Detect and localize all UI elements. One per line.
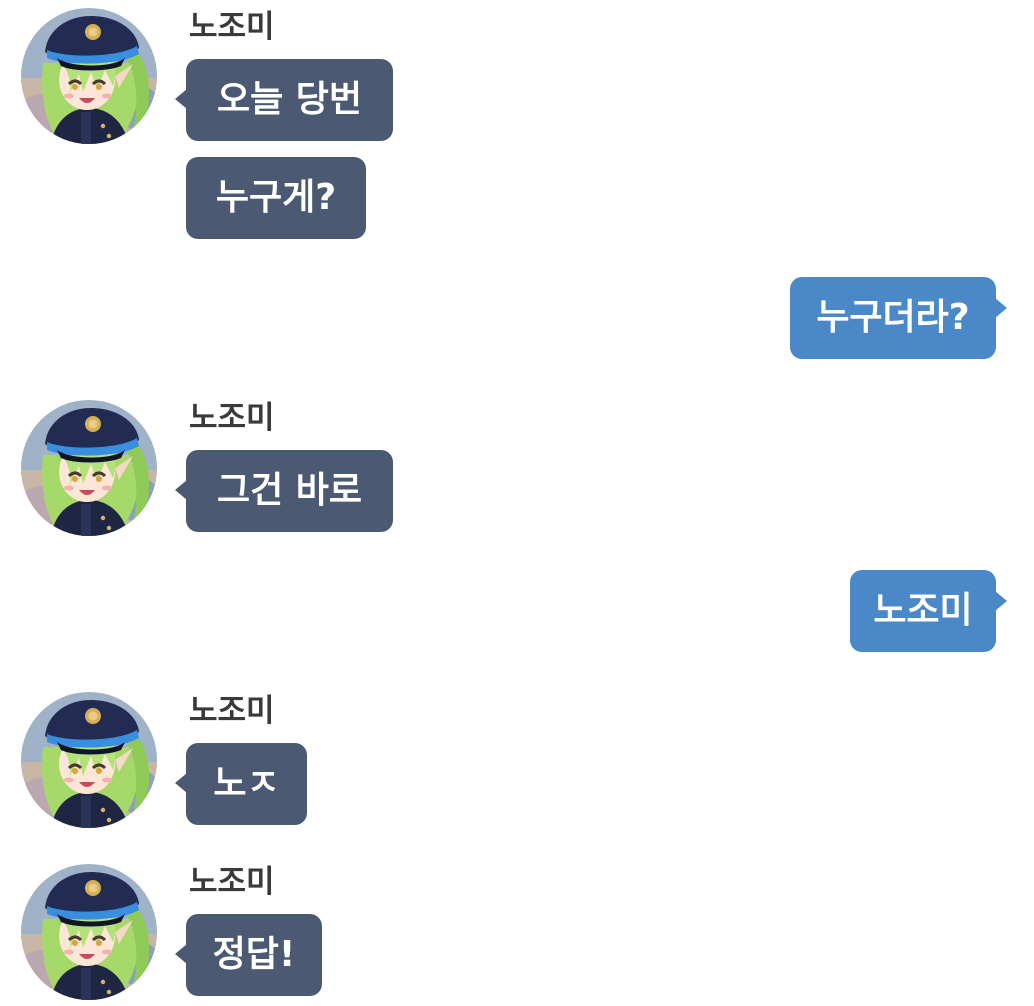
sender-name: 노조미 [189,400,275,436]
bubble-tail [175,480,187,500]
message-bubble-received[interactable]: 노ㅈ [175,743,307,825]
message-bubble-received[interactable]: 그건 바로 [175,450,393,532]
message-text: 누구더라? [816,297,970,338]
bubble-tail [175,89,187,109]
message-text: 그건 바로 [216,470,362,511]
message-text: 노ㅈ [213,763,280,804]
sender-name: 노조미 [189,693,275,729]
message-bubble-received[interactable]: 오늘 당번 [175,59,393,141]
avatar[interactable] [21,400,157,536]
bubble-tail [995,298,1007,318]
sender-name: 노조미 [189,864,275,900]
anime-character-avatar-icon [21,400,157,536]
message-text: 노조미 [873,590,973,631]
avatar[interactable] [21,864,157,1000]
message-text: 누구게? [215,177,337,218]
anime-character-avatar-icon [21,8,157,144]
message-text: 오늘 당번 [216,79,362,120]
anime-character-avatar-icon [21,864,157,1000]
message-text: 정답! [212,934,296,975]
message-bubble-sent[interactable]: 누구더라? [790,277,1007,359]
anime-character-avatar-icon [21,692,157,828]
bubble-tail [175,773,187,793]
avatar[interactable] [21,8,157,144]
bubble-tail [175,944,187,964]
message-bubble-received[interactable]: 정답! [175,914,322,996]
avatar[interactable] [21,692,157,828]
sender-name: 노조미 [189,9,275,45]
message-bubble-sent[interactable]: 노조미 [850,570,1007,652]
bubble-tail [995,591,1007,611]
message-bubble-received[interactable]: 누구게? [186,157,366,239]
